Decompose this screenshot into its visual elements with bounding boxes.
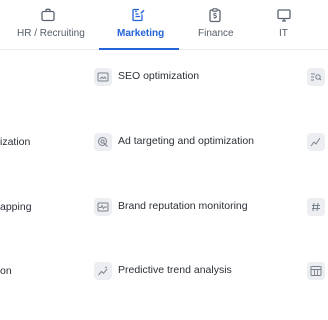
left-item-label[interactable]: ization <box>0 136 30 148</box>
briefcase-icon <box>41 8 55 22</box>
tab-label: Finance <box>198 28 234 39</box>
tab-finance[interactable]: Finance <box>182 0 246 49</box>
tab-it[interactable]: IT <box>256 0 312 49</box>
use-case-label: Ad targeting and optimization <box>118 135 255 147</box>
dollar-clipboard-icon <box>209 8 221 23</box>
use-case-predictive-trend[interactable]: Predictive trend analysis <box>93 261 303 283</box>
target-cursor-icon <box>94 133 112 151</box>
use-case-seo-optimization[interactable]: SEO optimization <box>93 67 303 89</box>
monitor-icon <box>277 9 291 22</box>
tab-label: IT <box>279 28 288 39</box>
table-icon[interactable] <box>307 262 325 280</box>
hashtag-icon[interactable] <box>307 198 325 216</box>
sparkle-trend-icon <box>94 262 112 280</box>
edit-document-icon <box>132 8 145 22</box>
trend-line-icon[interactable] <box>307 133 325 151</box>
category-tab-bar: HR / Recruiting Marketing Finance IT <box>0 0 328 50</box>
left-item-label[interactable]: on <box>0 265 12 277</box>
active-tab-indicator <box>99 48 179 50</box>
tab-hr-recruiting[interactable]: HR / Recruiting <box>0 0 96 49</box>
tab-marketing[interactable]: Marketing <box>99 0 179 50</box>
use-case-label: Brand reputation monitoring <box>118 200 248 212</box>
tab-label: HR / Recruiting <box>17 28 85 39</box>
use-case-brand-reputation[interactable]: Brand reputation monitoring <box>93 197 303 219</box>
search-text-icon[interactable] <box>307 68 325 86</box>
use-case-label: SEO optimization <box>118 70 200 82</box>
image-frame-icon <box>94 68 112 86</box>
use-case-label: Predictive trend analysis <box>118 264 232 276</box>
use-case-ad-targeting[interactable]: Ad targeting and optimization <box>93 132 303 154</box>
pulse-chart-icon <box>94 198 112 216</box>
tab-label: Marketing <box>117 28 165 39</box>
left-item-label[interactable]: apping <box>0 201 32 213</box>
